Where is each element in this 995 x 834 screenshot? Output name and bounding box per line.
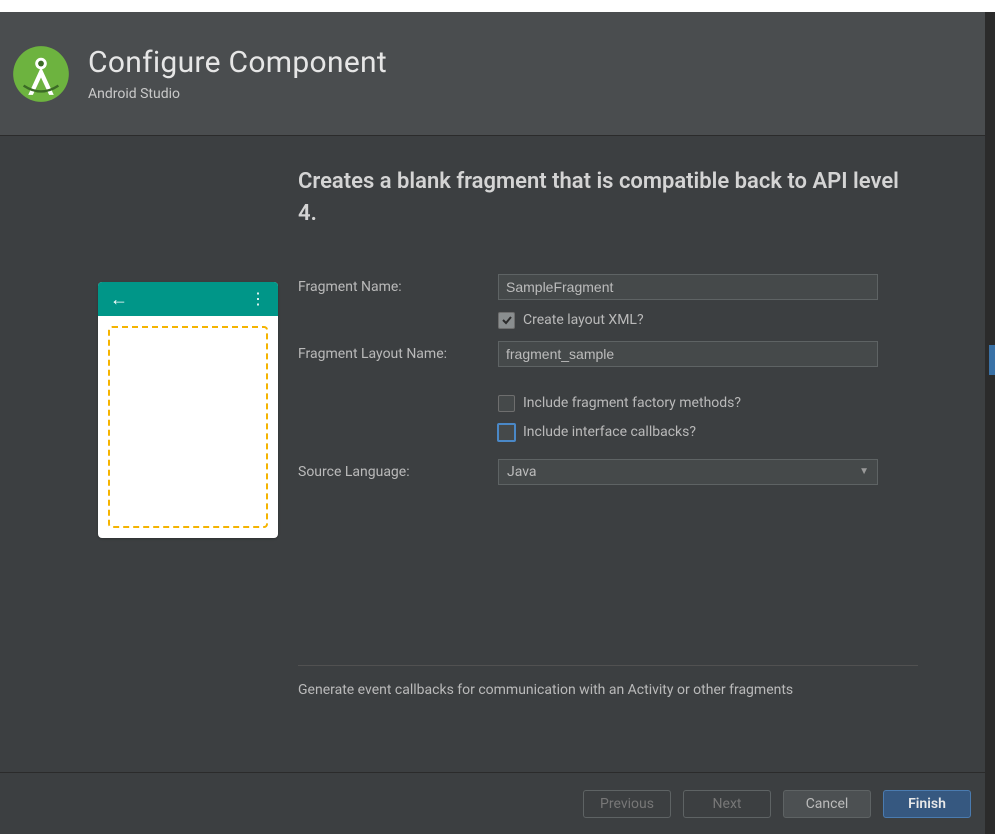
top-white-strip [0,0,995,12]
description-text: Creates a blank fragment that is compati… [298,166,918,230]
next-button[interactable]: Next [683,790,771,818]
fragment-name-row: Fragment Name: [298,274,965,300]
fragment-name-input[interactable] [498,274,878,300]
factory-methods-label: Include fragment factory methods? [523,395,741,411]
factory-methods-row: Include fragment factory methods? [498,395,965,412]
layout-name-label: Fragment Layout Name: [298,346,498,362]
dialog-header: Configure Component Android Studio [0,12,995,136]
dialog-content: Creates a blank fragment that is compati… [0,136,995,772]
source-language-value: Java [507,464,537,480]
fragment-name-label: Fragment Name: [298,279,498,295]
footnote: Generate event callbacks for communicati… [298,665,918,698]
interface-callbacks-label: Include interface callbacks? [523,424,696,440]
preview-fragment-placeholder [108,326,268,528]
finish-button[interactable]: Finish [883,790,971,818]
layout-name-input[interactable] [498,341,878,367]
dialog-subtitle: Android Studio [88,86,387,102]
create-layout-label: Create layout XML? [523,312,644,328]
previous-button[interactable]: Previous [583,790,671,818]
layout-name-row: Fragment Layout Name: [298,341,965,367]
form: Fragment Name: Create layout XML? Fragme… [298,274,965,485]
interface-callbacks-row: Include interface callbacks? [498,424,965,441]
source-language-select[interactable]: Java ▼ [498,459,878,485]
android-studio-icon [12,45,70,103]
chevron-down-icon: ▼ [859,466,869,477]
source-language-row: Source Language: Java ▼ [298,459,965,485]
create-layout-checkbox[interactable] [498,312,515,329]
fragment-preview: ← ⋮ [98,282,278,538]
right-edge-strip [985,12,995,834]
dialog-footer: Previous Next Cancel Finish [0,772,995,834]
right-edge-marker [989,345,995,375]
cancel-button[interactable]: Cancel [783,790,871,818]
overflow-menu-icon: ⋮ [250,291,266,307]
source-language-label: Source Language: [298,464,498,480]
interface-callbacks-checkbox[interactable] [497,423,516,442]
create-layout-row: Create layout XML? [498,312,965,329]
dialog-title: Configure Component [88,45,387,80]
factory-methods-checkbox[interactable] [498,395,515,412]
back-arrow-icon: ← [110,289,128,310]
preview-appbar: ← ⋮ [98,282,278,316]
